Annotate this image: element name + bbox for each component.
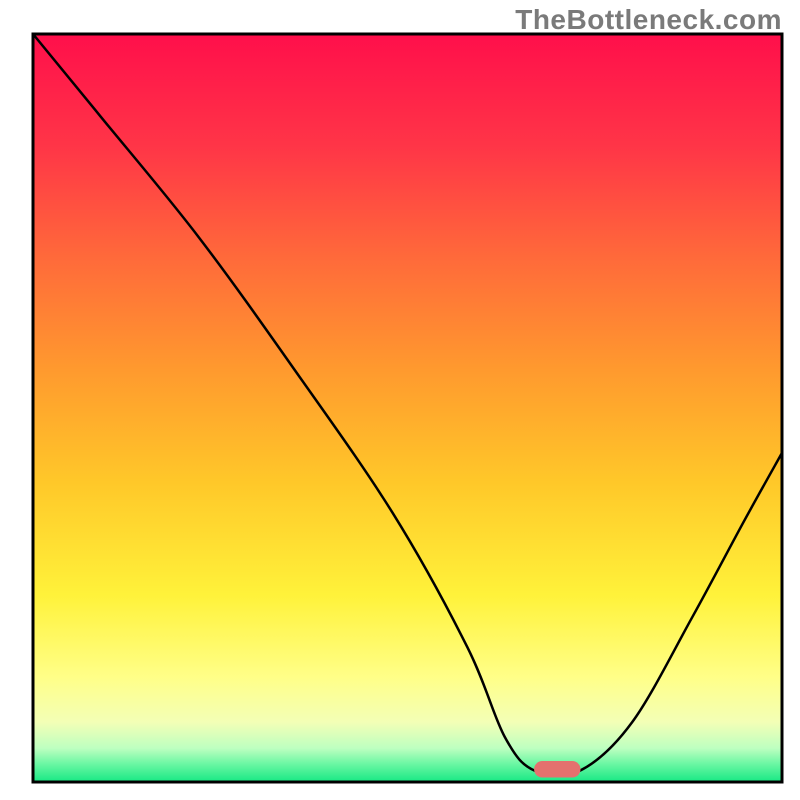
watermark-text: TheBottleneck.com — [515, 4, 782, 36]
marker-selected-point — [534, 761, 580, 777]
chart-background — [33, 34, 782, 782]
chart-svg — [0, 0, 800, 800]
chart-container: TheBottleneck.com — [0, 0, 800, 800]
